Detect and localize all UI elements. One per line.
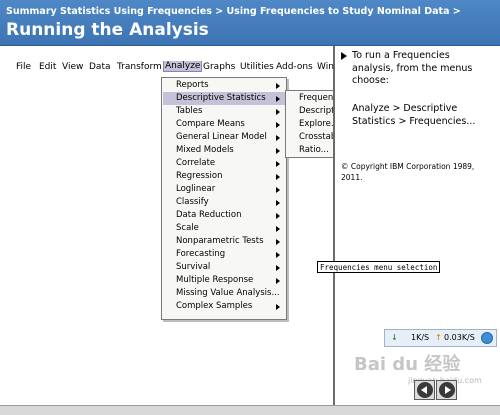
- download-speed: 1K/S: [411, 333, 430, 342]
- page-navigation: [414, 380, 458, 402]
- next-button[interactable]: [436, 380, 457, 400]
- menu-item-descriptive-statistics[interactable]: Descriptive Statistics: [163, 92, 285, 105]
- menu-item-survival[interactable]: Survival: [163, 261, 285, 274]
- submenu-arrow-icon: [276, 96, 280, 102]
- watermark-logo: Bai du 经验: [354, 354, 461, 375]
- menu-transform[interactable]: Transform: [117, 62, 162, 72]
- menu-item-general-linear-model[interactable]: General Linear Model: [163, 131, 285, 144]
- submenu-arrow-icon: [276, 109, 280, 115]
- upload-speed: 0.03K/S: [444, 333, 475, 342]
- submenu-arrow-icon: [276, 83, 280, 89]
- previous-arrow-icon: [417, 382, 433, 398]
- submenu-item-descriptives[interactable]: Descripti: [286, 105, 333, 118]
- submenu-arrow-icon: [276, 213, 280, 219]
- descriptive-statistics-submenu: Frequenc Descripti Explore... Crosstab R…: [285, 90, 333, 158]
- submenu-arrow-icon: [276, 304, 280, 310]
- submenu-arrow-icon: [276, 135, 280, 141]
- network-speed-widget[interactable]: ↓ 1K/S ↑ 0.03K/S: [384, 329, 497, 347]
- submenu-arrow-icon: [276, 239, 280, 245]
- menu-data[interactable]: Data: [89, 62, 111, 72]
- menu-analyze[interactable]: Analyze: [162, 61, 203, 72]
- submenu-arrow-icon: [276, 226, 280, 232]
- menu-item-multiple-response[interactable]: Multiple Response: [163, 274, 285, 287]
- menu-item-missing-value-analysis[interactable]: Missing Value Analysis...: [163, 287, 285, 300]
- header-banner: Summary Statistics Using Frequencies > U…: [0, 0, 500, 46]
- copyright-text: © Copyright IBM Corporation 1989, 2011.: [341, 162, 475, 182]
- submenu-item-crosstabs[interactable]: Crosstab: [286, 131, 333, 144]
- submenu-arrow-icon: [276, 148, 280, 154]
- next-arrow-icon: [439, 382, 455, 398]
- submenu-item-ratio[interactable]: Ratio...: [286, 144, 333, 157]
- menu-window[interactable]: Win: [317, 62, 334, 72]
- menu-graphs[interactable]: Graphs: [203, 62, 235, 72]
- menu-edit[interactable]: Edit: [39, 62, 56, 72]
- menu-file[interactable]: File: [16, 62, 31, 72]
- menu-utilities[interactable]: Utilities: [240, 62, 274, 72]
- menu-item-complex-samples[interactable]: Complex Samples: [163, 300, 285, 313]
- menu-path-text: Analyze > Descriptive Statistics > Frequ…: [352, 103, 476, 127]
- submenu-arrow-icon: [276, 174, 280, 180]
- menu-view[interactable]: View: [62, 62, 83, 72]
- submenu-arrow-icon: [276, 122, 280, 128]
- submenu-item-frequencies[interactable]: Frequenc: [286, 92, 333, 105]
- menu-item-forecasting[interactable]: Forecasting: [163, 248, 285, 261]
- download-arrow-icon: ↓: [391, 333, 398, 342]
- submenu-item-explore[interactable]: Explore...: [286, 118, 333, 131]
- network-ball-icon: [481, 332, 493, 344]
- upload-arrow-icon: ↑: [435, 333, 442, 342]
- instruction-step: To run a Frequencies analysis, from the …: [341, 50, 491, 88]
- submenu-arrow-icon: [276, 265, 280, 271]
- breadcrumb[interactable]: Summary Statistics Using Frequencies > U…: [6, 6, 461, 17]
- page-title: Running the Analysis: [6, 20, 209, 40]
- analyze-menu: Reports Descriptive Statistics Tables Co…: [161, 77, 287, 320]
- submenu-arrow-icon: [276, 278, 280, 284]
- menu-item-scale[interactable]: Scale: [163, 222, 285, 235]
- menu-item-loglinear[interactable]: Loglinear: [163, 183, 285, 196]
- menu-bar: File Edit View Data Transform Analyze Gr…: [14, 61, 334, 75]
- previous-button[interactable]: [414, 380, 435, 400]
- menu-item-nonparametric-tests[interactable]: Nonparametric Tests: [163, 235, 285, 248]
- menu-item-compare-means[interactable]: Compare Means: [163, 118, 285, 131]
- submenu-arrow-icon: [276, 187, 280, 193]
- menu-item-regression[interactable]: Regression: [163, 170, 285, 183]
- bottom-bar: [0, 405, 500, 415]
- submenu-arrow-icon: [276, 161, 280, 167]
- menu-item-correlate[interactable]: Correlate: [163, 157, 285, 170]
- instruction-text: To run a Frequencies analysis, from the …: [352, 50, 473, 86]
- menu-item-reports[interactable]: Reports: [163, 79, 285, 92]
- tooltip-frequencies: Frequencies menu selection: [317, 261, 441, 273]
- menu-item-mixed-models[interactable]: Mixed Models: [163, 144, 285, 157]
- submenu-arrow-icon: [276, 252, 280, 258]
- submenu-arrow-icon: [276, 200, 280, 206]
- menu-item-tables[interactable]: Tables: [163, 105, 285, 118]
- menu-item-classify[interactable]: Classify: [163, 196, 285, 209]
- menu-addons[interactable]: Add-ons: [276, 62, 313, 72]
- menu-item-data-reduction[interactable]: Data Reduction: [163, 209, 285, 222]
- bullet-arrow-icon: [341, 52, 347, 60]
